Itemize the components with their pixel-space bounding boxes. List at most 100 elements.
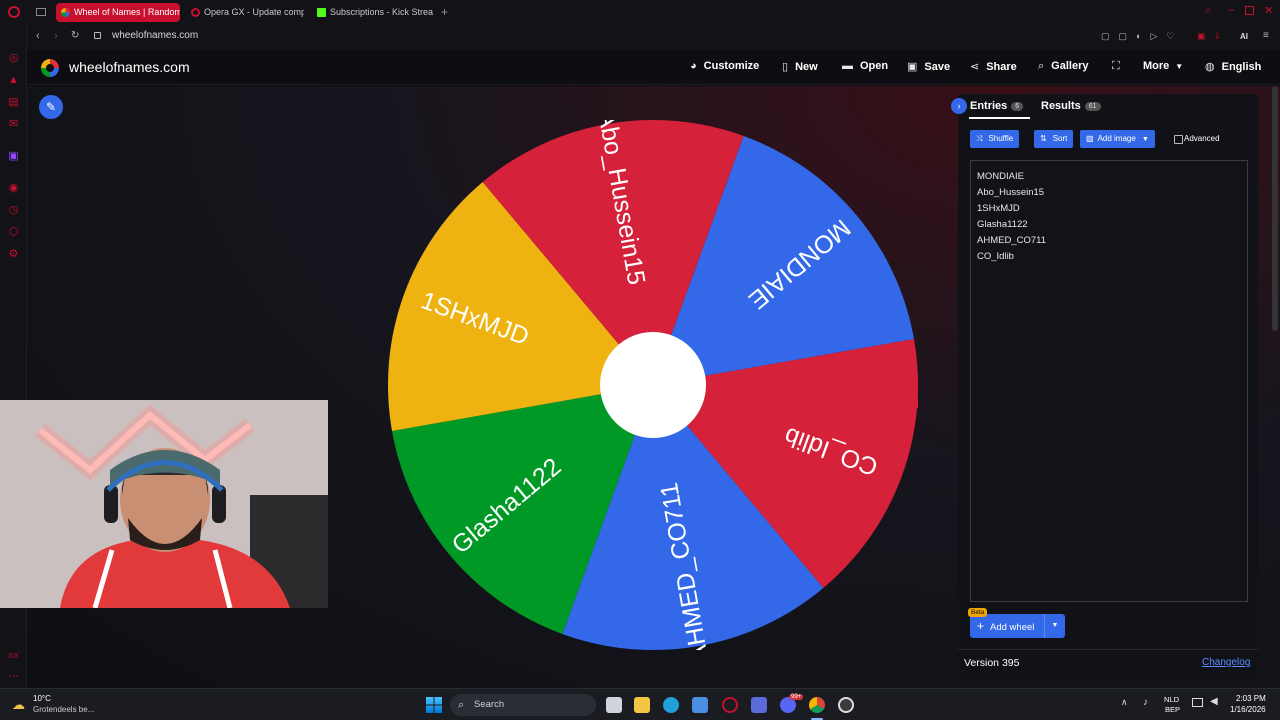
divider [958, 649, 1258, 650]
streamer-image [0, 400, 328, 608]
gx-control-icon[interactable]: ▲ [7, 74, 20, 87]
wheel[interactable]: MONDIAIECO_IdlibAHMED_CO711Glasha11221SH… [388, 120, 918, 650]
settings-icon[interactable]: ⚙ [7, 248, 20, 261]
tab-title: Subscriptions - Kick Strea [330, 7, 434, 17]
entry-line: CO_Idlib [977, 251, 1014, 262]
back-icon[interactable]: ‹ [36, 30, 40, 42]
language-indicator-1[interactable]: NLD [1164, 695, 1179, 704]
entry-line: MONDIAIE [977, 171, 1024, 182]
tab-entries[interactable]: Entries 6 [970, 100, 1024, 112]
sort-button[interactable]: ⇅ Sort [1034, 130, 1074, 148]
reload-icon[interactable]: ↻ [71, 30, 79, 41]
pencil-icon[interactable]: ✎ [39, 95, 63, 119]
gallery-button[interactable]: ⌕ Gallery [1038, 60, 1088, 73]
menu-icon[interactable]: ≡ [1263, 30, 1269, 41]
tab-overview-icon[interactable] [36, 8, 46, 16]
open-button[interactable]: ▬ Open [842, 60, 888, 72]
player-icon[interactable]: ◉ [7, 182, 20, 195]
search-icon: ⌕ [1038, 60, 1045, 72]
more-dots-icon[interactable]: ⋯ [7, 670, 20, 683]
search-tabs-icon[interactable]: ⌕ [1205, 5, 1211, 16]
forward-icon[interactable]: › [54, 30, 58, 42]
url-field[interactable]: wheelofnames.com [112, 30, 198, 41]
new-tab-icon[interactable]: + [441, 5, 448, 19]
shuffle-button[interactable]: ⤨ Shuffle [970, 130, 1020, 148]
close-window-icon[interactable]: ✕ [1264, 4, 1273, 17]
gx-logo-icon[interactable]: GX [7, 650, 20, 663]
extensions-icon[interactable]: ⬡ [7, 226, 20, 239]
collapse-panel-button[interactable]: › [951, 98, 967, 114]
microphone-icon[interactable]: ♪ [1143, 697, 1148, 708]
toolbar-icons[interactable]: ▢▢◐▷♡ [1101, 31, 1183, 42]
chrome-icon[interactable] [809, 697, 825, 713]
weather-icon[interactable]: ☁ [12, 697, 25, 713]
fullscreen-button[interactable]: ⛶ [1112, 60, 1127, 73]
entry-line: AHMED_CO711 [977, 235, 1046, 246]
weather-temp[interactable]: 10°C [33, 694, 51, 703]
app-icon[interactable] [751, 697, 767, 713]
gx-corner-icon[interactable]: ▤ [7, 96, 20, 109]
site-header: wheelofnames.com ◕ Customize ▯ New ▬ Open ▣… [27, 50, 1280, 85]
plus-icon: + [977, 619, 985, 633]
entries-textarea[interactable]: MONDIAIE Abo_Hussein15 1SHxMJD Glasha112… [970, 160, 1248, 602]
new-label: New [795, 61, 818, 73]
customize-button[interactable]: ◕ Customize [690, 60, 759, 72]
edge-icon[interactable] [663, 697, 679, 713]
network-icon[interactable] [1192, 698, 1203, 707]
file-explorer-icon[interactable] [634, 697, 650, 713]
search-icon: ⌕ [458, 699, 465, 711]
share-label: Share [986, 61, 1017, 73]
opera-gx-icon[interactable] [722, 697, 738, 713]
messenger-icon[interactable]: ✉ [7, 118, 20, 131]
gallery-label: Gallery [1051, 60, 1089, 72]
tab-kick[interactable]: Subscriptions - Kick Strea [312, 3, 434, 22]
task-view-icon[interactable] [606, 697, 622, 713]
entry-line: Abo_Hussein15 [977, 187, 1045, 198]
tab-opera-gx[interactable]: Opera GX - Update comp [186, 3, 304, 22]
tab-wheel-of-names[interactable]: Wheel of Names | Random [56, 3, 180, 22]
save-button[interactable]: ▣ Save [907, 60, 950, 73]
floppy-icon: ▣ [907, 61, 918, 73]
wheel-logo-icon[interactable] [41, 59, 59, 77]
share-button[interactable]: ⋖ Share [970, 60, 1017, 73]
add-wheel-button[interactable]: + Add wheel ▼ [970, 614, 1065, 638]
search-label: Search [474, 699, 505, 710]
taskbar: ☁ 10°C Grotendeels be... ⌕ Search 99+ ∧ … [0, 688, 1280, 720]
ai-button[interactable]: AI [1240, 32, 1248, 41]
add-wheel-dropdown[interactable]: ▼ [1044, 614, 1065, 638]
opera-logo-icon[interactable] [8, 6, 20, 18]
changelog-link[interactable]: Changelog [1202, 657, 1250, 668]
share-icon: ⋖ [970, 61, 980, 73]
add-image-button[interactable]: ▨ Add image ▼ [1080, 130, 1155, 148]
language-label: English [1221, 61, 1262, 73]
weather-desc[interactable]: Grotendeels be... [33, 705, 94, 714]
windows-start-icon[interactable] [426, 697, 442, 713]
ai-sidebar-icon[interactable]: ◎ [7, 52, 20, 65]
twitch-icon[interactable]: ▣ [7, 150, 20, 163]
minimize-icon[interactable]: – [1228, 4, 1234, 16]
folder-icon: ▬ [842, 60, 853, 72]
more-button[interactable]: More ▼ [1143, 60, 1183, 72]
page-scrollbar[interactable] [1272, 86, 1278, 331]
tab-results[interactable]: Results 61 [1041, 100, 1101, 112]
sort-label: Sort [1052, 134, 1068, 143]
clock-date[interactable]: 1/16/2026 [1230, 705, 1266, 714]
chevron-up-icon[interactable]: ∧ [1121, 697, 1128, 708]
language-button[interactable]: ◍ English [1205, 60, 1261, 73]
extensions-icons[interactable]: ▣⇩ [1197, 31, 1229, 42]
lock-icon [94, 32, 101, 39]
palette-icon: ◕ [690, 60, 697, 72]
store-icon[interactable] [692, 697, 708, 713]
volume-icon[interactable]: ◀ [1210, 696, 1218, 707]
obs-icon[interactable] [838, 697, 854, 713]
advanced-checkbox[interactable] [1174, 135, 1183, 144]
site-name[interactable]: wheelofnames.com [69, 59, 190, 75]
history-icon[interactable]: ◷ [7, 204, 20, 217]
maximize-icon[interactable] [1245, 6, 1254, 15]
new-button[interactable]: ▯ New [782, 60, 818, 73]
wheel-center-button[interactable] [600, 332, 706, 438]
active-tab-indicator [969, 117, 1030, 119]
language-indicator-2[interactable]: BEP [1165, 705, 1180, 714]
taskbar-search[interactable]: ⌕ Search [450, 694, 596, 716]
clock-time[interactable]: 2:03 PM [1236, 694, 1266, 703]
